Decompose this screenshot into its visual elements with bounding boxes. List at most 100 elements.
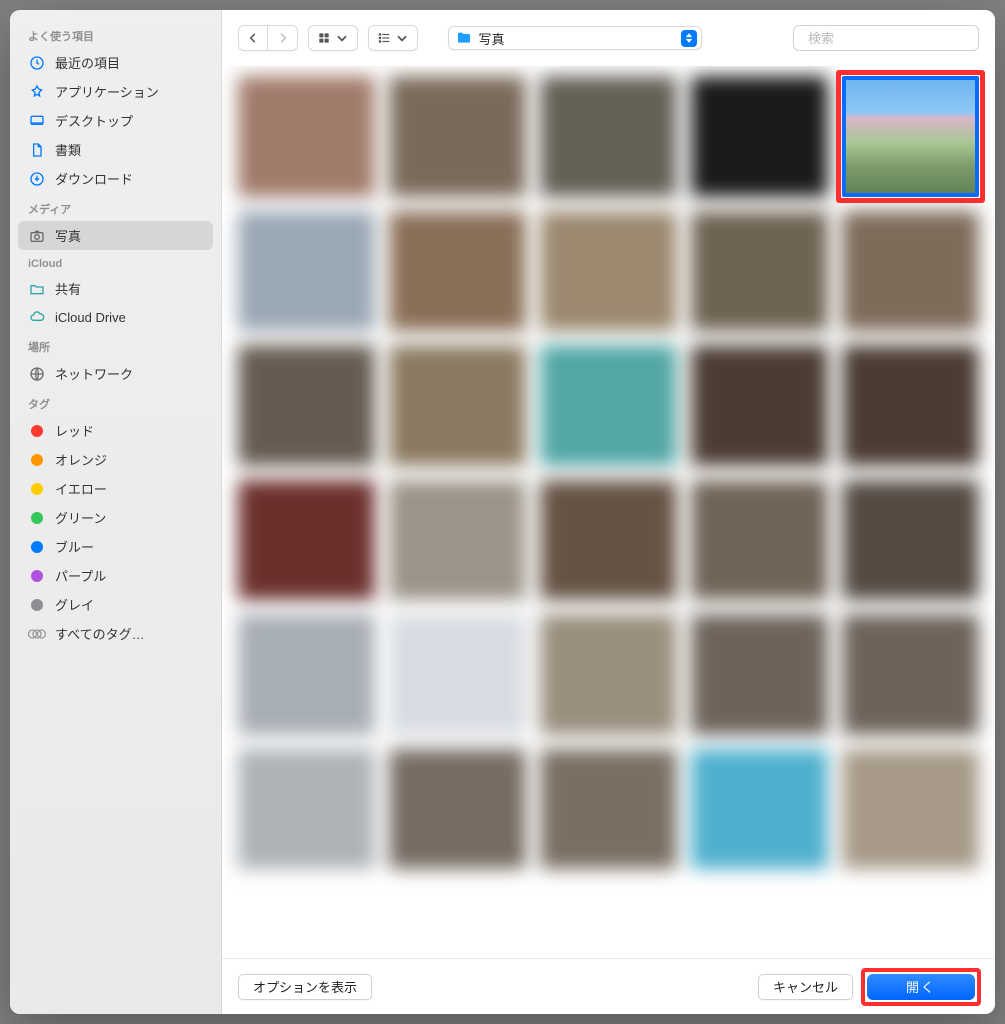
apps-icon: [28, 83, 46, 101]
open-button-highlight: 開く: [863, 970, 979, 1004]
tag-dot-icon: [31, 454, 43, 466]
thumbnail[interactable]: [691, 749, 828, 870]
thumbnail[interactable]: [238, 345, 375, 466]
thumbnail[interactable]: [238, 211, 375, 332]
open-button[interactable]: 開く: [867, 974, 975, 1000]
search-input[interactable]: [808, 31, 984, 46]
cloud-icon: [28, 308, 46, 326]
thumbnail[interactable]: [540, 76, 677, 197]
thumbnail-image: [540, 749, 677, 870]
open-panel: よく使う項目 最近の項目 アプリケーション デスクトップ 書類 ダウンロード メ…: [10, 10, 995, 1014]
sidebar-tag-item[interactable]: グレイ: [18, 590, 213, 619]
location-popup[interactable]: 写真: [448, 26, 702, 50]
thumbnail[interactable]: [540, 345, 677, 466]
thumbnail[interactable]: [691, 614, 828, 735]
sidebar-tag-item[interactable]: イエロー: [18, 474, 213, 503]
sidebar-item-label: 書類: [55, 140, 81, 159]
sidebar-item-label: 写真: [55, 226, 81, 245]
sidebar-item-photos[interactable]: 写真: [18, 221, 213, 250]
sidebar-item-network[interactable]: ネットワーク: [18, 359, 213, 388]
thumbnail[interactable]: [540, 480, 677, 601]
thumbnail[interactable]: [842, 749, 979, 870]
sidebar-item-shared[interactable]: 共有: [18, 274, 213, 303]
thumbnail[interactable]: [389, 211, 526, 332]
thumbnail[interactable]: [842, 345, 979, 466]
sidebar-item-label: デスクトップ: [55, 111, 133, 130]
sidebar-item-documents[interactable]: 書類: [18, 135, 213, 164]
sidebar-tag-item[interactable]: パープル: [18, 561, 213, 590]
camera-icon: [28, 227, 46, 245]
thumbnail[interactable]: [842, 211, 979, 332]
grid-area[interactable]: [222, 66, 995, 958]
thumbnail-image: [842, 480, 979, 601]
clock-icon: [28, 54, 46, 72]
view-grid-button[interactable]: [308, 25, 358, 51]
group-button[interactable]: [368, 25, 418, 51]
tag-dot-icon: [31, 425, 43, 437]
desktop-icon: [28, 112, 46, 130]
thumbnail[interactable]: [540, 211, 677, 332]
tag-dot-icon: [31, 483, 43, 495]
thumbnail-image: [842, 749, 979, 870]
thumbnail-image: [238, 749, 375, 870]
sidebar-tag-item[interactable]: グリーン: [18, 503, 213, 532]
shared-folder-icon: [28, 280, 46, 298]
thumbnail[interactable]: [691, 76, 828, 197]
thumbnail-image: [691, 345, 828, 466]
sidebar-item-desktop[interactable]: デスクトップ: [18, 106, 213, 135]
sidebar: よく使う項目 最近の項目 アプリケーション デスクトップ 書類 ダウンロード メ…: [10, 10, 222, 1014]
search-field[interactable]: [793, 25, 979, 51]
thumbnail[interactable]: [389, 614, 526, 735]
thumbnail-image: [691, 614, 828, 735]
thumbnail[interactable]: [691, 480, 828, 601]
thumbnail[interactable]: [389, 480, 526, 601]
sidebar-item-all-tags[interactable]: すべてのタグ…: [18, 619, 213, 648]
sidebar-item-downloads[interactable]: ダウンロード: [18, 164, 213, 193]
thumbnail-image: [389, 76, 526, 197]
thumbnail[interactable]: [540, 749, 677, 870]
sidebar-item-label: アプリケーション: [55, 82, 159, 101]
thumbnail[interactable]: [238, 480, 375, 601]
thumbnail-image: [238, 480, 375, 601]
thumbnail-image: [540, 76, 677, 197]
thumbnail[interactable]: [842, 76, 979, 197]
thumbnail-image: [842, 614, 979, 735]
tag-dot-icon: [31, 570, 43, 582]
thumbnail-image: [691, 480, 828, 601]
sidebar-tag-item[interactable]: ブルー: [18, 532, 213, 561]
all-tags-icon: [28, 627, 46, 641]
back-button[interactable]: [238, 25, 268, 51]
thumbnail-image: [540, 614, 677, 735]
thumbnail[interactable]: [842, 614, 979, 735]
tag-dot-icon: [31, 512, 43, 524]
thumbnail[interactable]: [389, 749, 526, 870]
sidebar-tag-item[interactable]: オレンジ: [18, 445, 213, 474]
thumbnail[interactable]: [238, 76, 375, 197]
thumbnail[interactable]: [691, 211, 828, 332]
options-button[interactable]: オプションを表示: [238, 974, 372, 1000]
sidebar-item-icloud-drive[interactable]: iCloud Drive: [18, 303, 213, 331]
sidebar-item-label: ダウンロード: [55, 169, 133, 188]
thumbnail-image: [238, 211, 375, 332]
thumbnail[interactable]: [238, 749, 375, 870]
thumbnail[interactable]: [389, 345, 526, 466]
forward-button[interactable]: [268, 25, 298, 51]
download-icon: [28, 170, 46, 188]
thumbnail[interactable]: [540, 614, 677, 735]
nav-buttons: [238, 25, 298, 51]
sidebar-item-label: 共有: [55, 279, 81, 298]
sidebar-item-recents[interactable]: 最近の項目: [18, 48, 213, 77]
thumbnail[interactable]: [238, 614, 375, 735]
stepper-icon: [681, 30, 697, 47]
document-icon: [28, 141, 46, 159]
sidebar-section-tags: タグ: [18, 388, 213, 416]
sidebar-item-label: 最近の項目: [55, 53, 120, 72]
thumbnail[interactable]: [389, 76, 526, 197]
thumbnail[interactable]: [842, 480, 979, 601]
sidebar-item-applications[interactable]: アプリケーション: [18, 77, 213, 106]
sidebar-section-locations: 場所: [18, 331, 213, 359]
thumbnail[interactable]: [691, 345, 828, 466]
cancel-button[interactable]: キャンセル: [758, 974, 853, 1000]
sidebar-tag-item[interactable]: レッド: [18, 416, 213, 445]
sidebar-item-label: パープル: [55, 566, 106, 585]
